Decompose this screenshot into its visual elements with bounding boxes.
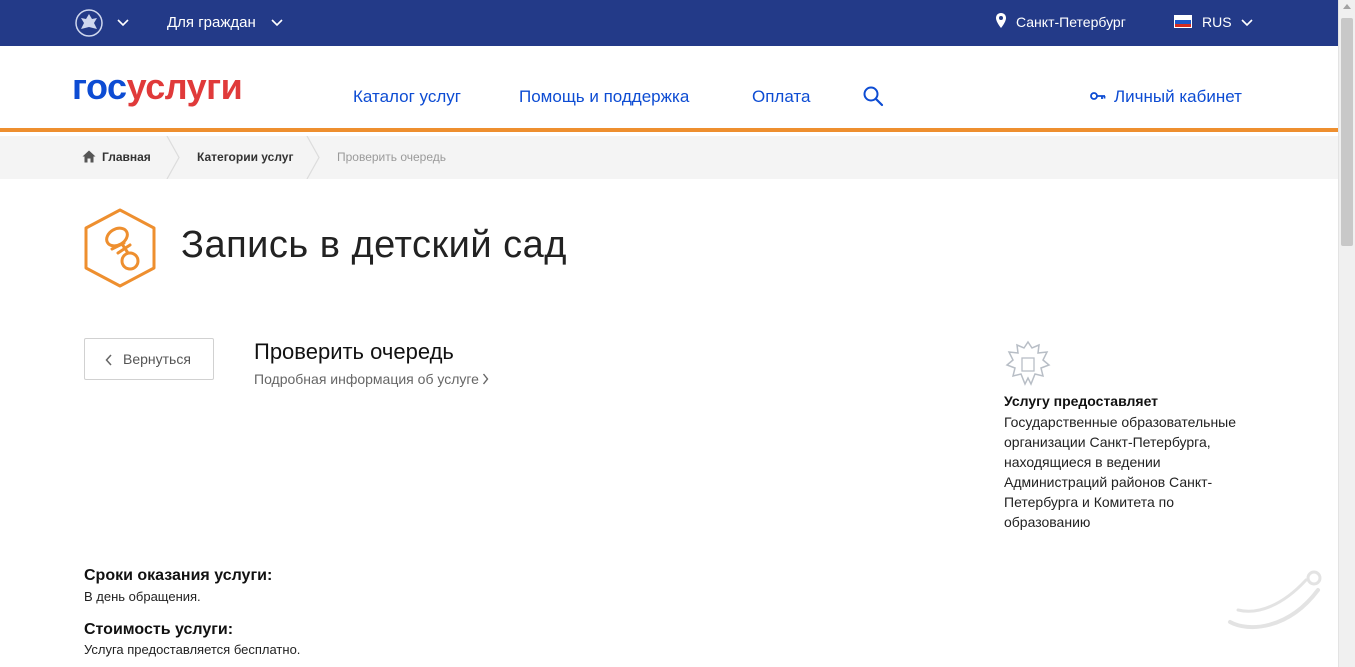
chevron-down-icon[interactable] <box>1240 15 1254 29</box>
chevron-right-icon <box>482 372 489 388</box>
breadcrumb-current: Проверить очередь <box>337 150 447 164</box>
chevron-down-icon[interactable] <box>270 15 284 29</box>
service-term-value: В день обращения. <box>84 589 201 604</box>
emblem-icon[interactable] <box>74 8 104 38</box>
citizens-menu[interactable]: Для граждан <box>167 14 256 31</box>
pacifier-icon <box>82 207 158 289</box>
service-cost-value: Услуга предоставляется бесплатно. <box>84 642 301 657</box>
location-pin-icon <box>995 12 1007 30</box>
emblem-icon <box>1003 338 1053 390</box>
page-title: Запись в детский сад <box>181 224 567 266</box>
gosuslugi-logo[interactable]: госуслуги <box>72 66 243 108</box>
search-icon[interactable] <box>862 85 884 107</box>
top-bar: Для граждан Санкт-Петербург RUS <box>0 0 1338 46</box>
breadcrumb-home[interactable]: Главная <box>102 150 151 164</box>
scroll-up-arrow[interactable] <box>1343 4 1351 9</box>
provider-text: Государственные образовательные организа… <box>1004 414 1237 530</box>
nav-catalog[interactable]: Каталог услуг <box>353 87 461 107</box>
back-button[interactable]: Вернуться <box>84 338 214 380</box>
nav-payment[interactable]: Оплата <box>752 87 810 107</box>
personal-account-link[interactable]: Личный кабинет <box>1114 87 1242 107</box>
chevron-down-icon[interactable] <box>116 15 130 29</box>
city-selector[interactable]: Санкт-Петербург <box>1016 14 1126 30</box>
service-term-heading: Сроки оказания услуги: <box>84 567 273 584</box>
back-button-label: Вернуться <box>123 351 191 367</box>
logo-part-gos: гос <box>72 66 127 107</box>
breadcrumb-categories[interactable]: Категории услуг <box>197 150 293 164</box>
nav-help[interactable]: Помощь и поддержка <box>519 87 689 107</box>
home-icon[interactable] <box>82 150 96 163</box>
flag-icon <box>1174 15 1192 28</box>
provider-heading: Услугу предоставляет <box>1004 393 1159 409</box>
site-header: госуслуги Каталог услуг Помощь и поддерж… <box>0 46 1338 132</box>
chevron-left-icon <box>105 353 113 366</box>
key-icon <box>1090 89 1106 101</box>
breadcrumb-separator <box>166 135 180 180</box>
logo-part-uslugi: услуги <box>126 66 243 107</box>
language-selector[interactable]: RUS <box>1202 14 1232 30</box>
service-details-link[interactable]: Подробная информация об услуге <box>254 371 489 388</box>
vertical-scrollbar[interactable] <box>1338 0 1355 667</box>
service-title: Проверить очередь <box>254 339 454 364</box>
service-cost-heading: Стоимость услуги: <box>84 621 234 638</box>
scrollbar-thumb[interactable] <box>1341 18 1353 246</box>
watermark-logo <box>1218 560 1328 640</box>
service-details-label: Подробная информация об услуге <box>254 371 479 387</box>
breadcrumb: Главная Категории услуг Проверить очеред… <box>0 135 1338 180</box>
breadcrumb-separator <box>306 135 320 180</box>
